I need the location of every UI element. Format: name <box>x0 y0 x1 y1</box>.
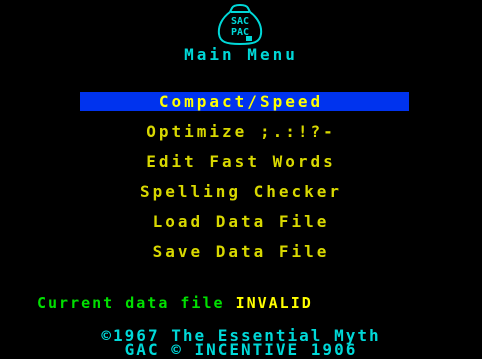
menu-item-label: Edit Fast Words <box>146 152 336 171</box>
main-menu-screen: SAC PAC Main Menu Compact/Speed Optimize… <box>0 0 482 358</box>
menu-item-label: Compact/Speed <box>158 92 324 111</box>
menu-item-optimize[interactable]: Optimize ;.:!?- <box>0 121 482 151</box>
main-menu-list: Compact/Speed Optimize ;.:!?- Edit Fast … <box>0 91 482 271</box>
menu-item-save-data-file[interactable]: Save Data File <box>0 241 482 271</box>
menu-title: Main Menu <box>184 45 298 64</box>
data-file-status: Current data file INVALID <box>37 294 313 312</box>
menu-item-spelling-checker[interactable]: Spelling Checker <box>0 181 482 211</box>
menu-item-load-data-file[interactable]: Load Data File <box>0 211 482 241</box>
logo-line1: SAC <box>231 16 249 27</box>
status-label: Current data file <box>37 294 225 312</box>
menu-item-compact-speed[interactable]: Compact/Speed <box>0 91 482 121</box>
sack-icon: SAC PAC <box>217 4 263 46</box>
status-value: INVALID <box>235 294 313 312</box>
menu-item-label: Load Data File <box>152 212 330 231</box>
publisher-line: GAC © INCENTIVE 1906 <box>124 340 358 359</box>
menu-item-label: Save Data File <box>152 242 330 261</box>
menu-item-edit-fast-words[interactable]: Edit Fast Words <box>0 151 482 181</box>
sack-tag-icon <box>246 36 252 41</box>
menu-item-label: Spelling Checker <box>139 182 343 201</box>
menu-item-label: Optimize ;.:!?- <box>146 122 336 141</box>
